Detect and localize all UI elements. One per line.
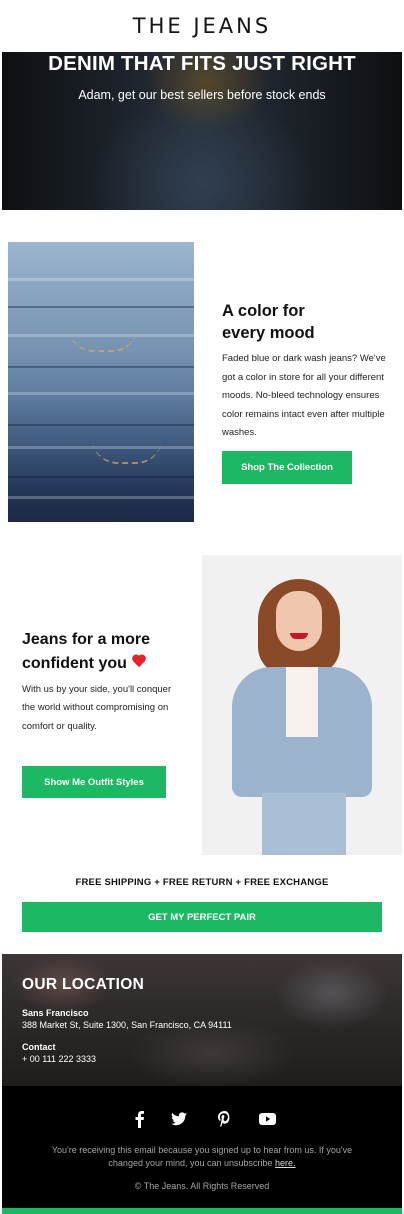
brand-logo[interactable]: THE JEANS: [133, 14, 271, 38]
location-city: Sans Francisco: [22, 1008, 89, 1018]
youtube-icon[interactable]: [256, 1108, 278, 1130]
brand-header: THE JEANS: [2, 0, 402, 52]
stacked-jeans-image[interactable]: [8, 242, 194, 522]
bottom-accent-bar: [2, 1208, 402, 1214]
section-confident-title: Jeans for a more confident you: [22, 628, 202, 676]
hero-title: DENIM THAT FITS JUST RIGHT: [48, 52, 356, 75]
location-address: 388 Market St, Suite 1300, San Francisco…: [22, 1020, 232, 1030]
pinterest-icon[interactable]: [213, 1108, 235, 1130]
email-frame: THE JEANS DENIM THAT FITS JUST RIGHT Ada…: [2, 0, 402, 1214]
legal-text: You're receiving this email because you …: [2, 1144, 402, 1170]
section-confident-title-line2: confident you: [22, 655, 127, 672]
get-perfect-pair-button[interactable]: GET MY PERFECT PAIR: [22, 902, 382, 932]
contact-label: Contact: [22, 1042, 56, 1052]
outfit-styles-button[interactable]: Show Me Outfit Styles: [22, 766, 166, 798]
shipping-banner-text: FREE SHIPPING + FREE RETURN + FREE EXCHA…: [75, 877, 329, 888]
hero-subtitle: Adam, get our best sellers before stock …: [78, 88, 326, 102]
section-color-body: Faded blue or dark wash jeans? We've got…: [222, 353, 386, 439]
copyright: © The Jeans. All Rights Reserved: [134, 1181, 270, 1191]
facebook-icon[interactable]: [128, 1108, 150, 1130]
section-confident-title-line1: Jeans for a more: [22, 631, 151, 648]
shop-collection-button[interactable]: Shop The Collection: [222, 451, 352, 484]
legal-line1: You're receiving this email because you …: [51, 1145, 353, 1155]
woman-denim-jacket-image[interactable]: [202, 555, 402, 855]
heart-icon: [131, 654, 147, 669]
location-title: OUR LOCATION: [22, 976, 145, 993]
unsubscribe-link[interactable]: here.: [275, 1158, 296, 1168]
section-color-title: A color for every mood: [222, 300, 392, 344]
section-confident-body: With us by your side, you'll conquer the…: [22, 684, 172, 732]
section-color-title-line2: every mood: [222, 324, 315, 342]
contact-phone: + 00 111 222 3333: [22, 1054, 96, 1064]
section-color-title-line1: A color for: [222, 302, 305, 320]
legal-line2: changed your mind, you can unsubscribe: [108, 1158, 273, 1168]
twitter-icon[interactable]: [168, 1108, 190, 1130]
